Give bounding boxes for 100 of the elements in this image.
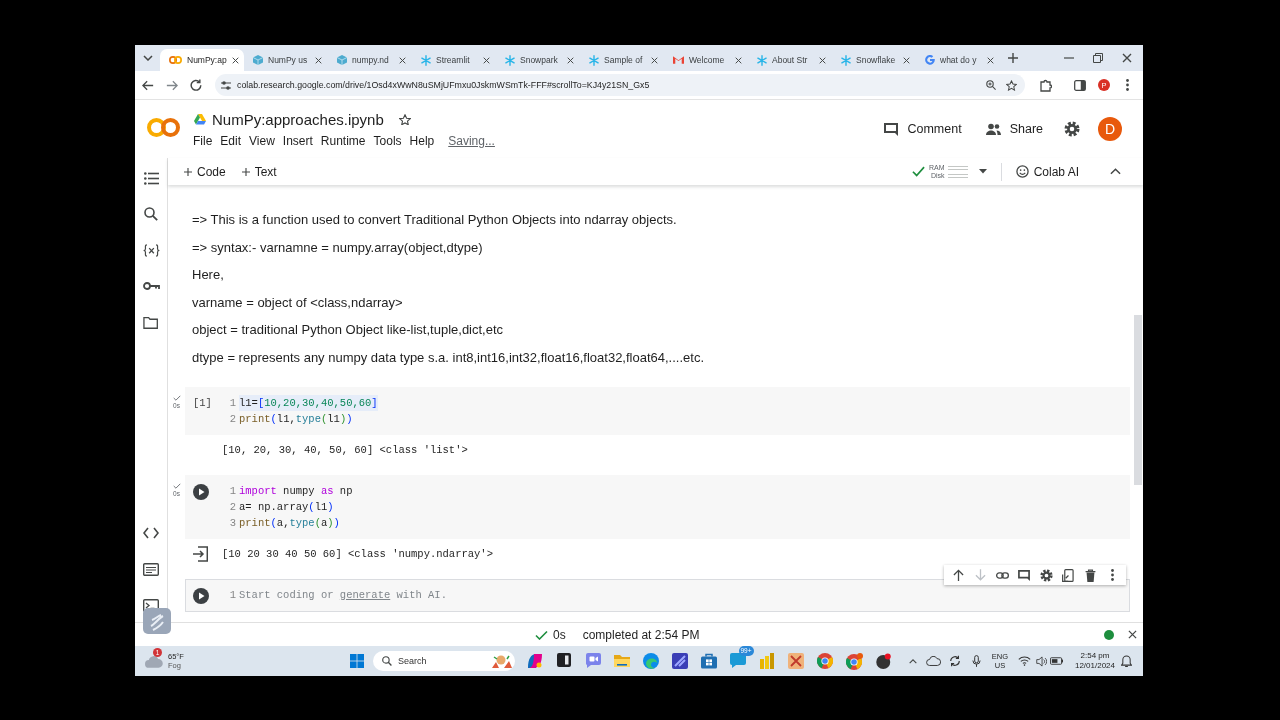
browser-tab[interactable]: NumPy us	[244, 49, 328, 71]
generate-link[interactable]: generate	[339, 589, 391, 601]
more-icon[interactable]	[1126, 79, 1129, 91]
close-icon[interactable]	[735, 56, 742, 64]
wifi-icon[interactable]	[1018, 656, 1031, 666]
round-browser-icon[interactable]	[845, 652, 863, 670]
puzzle-icon[interactable]	[1040, 78, 1052, 92]
comment-button[interactable]: Comment	[877, 118, 969, 140]
chevron-down-icon[interactable]	[143, 55, 153, 61]
reload-icon[interactable]	[190, 79, 202, 91]
zoom-icon[interactable]	[986, 80, 996, 90]
cloud-icon[interactable]	[145, 654, 163, 668]
shopping-bag-icon[interactable]	[701, 652, 717, 669]
menu-item[interactable]: File	[189, 133, 217, 149]
clock-date[interactable]: 12/01/2024	[1074, 661, 1115, 671]
search-field[interactable]: Search	[373, 651, 515, 671]
scrollbar-thumb[interactable]	[1134, 315, 1142, 485]
notebook-title[interactable]: NumPy:approaches.ipynb	[212, 111, 384, 128]
close-icon[interactable]	[483, 56, 490, 64]
trash-icon[interactable]	[1084, 568, 1096, 582]
account-avatar[interactable]: D	[1098, 117, 1122, 141]
browser-tab[interactable]: numpy.nd	[328, 49, 412, 71]
add-cell-button[interactable]: Text	[237, 161, 281, 182]
arrow-up-icon[interactable]	[952, 569, 964, 581]
ribbon-app-icon[interactable]	[527, 652, 543, 669]
save-status-link[interactable]: Saving...	[444, 133, 499, 149]
ai-assistant-button[interactable]: Colab AI	[1011, 161, 1083, 182]
menu-item[interactable]: Edit	[216, 133, 246, 149]
collapse-icon[interactable]	[1110, 168, 1121, 175]
plus-icon[interactable]	[1008, 53, 1018, 63]
back-icon[interactable]	[142, 79, 154, 91]
star-icon[interactable]	[398, 113, 411, 126]
browser-tab[interactable]: Snowflake	[832, 49, 916, 71]
bell-icon[interactable]	[1120, 655, 1132, 667]
dark-circle-app-icon[interactable]	[875, 652, 891, 669]
browser-tab[interactable]: Sample of	[580, 49, 664, 71]
browser-tab[interactable]: NumPy:ap	[160, 49, 244, 71]
stripes-app-icon[interactable]	[672, 652, 688, 669]
round-browser-icon[interactable]	[817, 652, 833, 669]
forward-icon[interactable]	[166, 79, 178, 91]
browser-tab[interactable]: Streamlit	[412, 49, 496, 71]
settings-icon[interactable]	[1064, 121, 1080, 137]
close-icon[interactable]	[903, 56, 910, 64]
crossed-tools-icon[interactable]	[788, 652, 804, 669]
task-view-icon[interactable]	[557, 652, 571, 667]
microphone-icon[interactable]	[971, 655, 981, 667]
folder-icon[interactable]	[614, 652, 630, 667]
code-line[interactable]: a= np.array(l1)	[239, 499, 334, 515]
variables-icon[interactable]	[142, 243, 160, 257]
code-cell[interactable]: 1 import numpy as np 2 a= np.array(l1) 3 print(a,type(a))	[185, 475, 1130, 539]
close-icon[interactable]	[1122, 53, 1132, 63]
browser-tab[interactable]: About Str	[748, 49, 832, 71]
code-icon[interactable]	[143, 527, 159, 539]
search-icon[interactable]	[144, 207, 158, 221]
add-cell-button[interactable]: Code	[180, 161, 230, 182]
list-icon[interactable]	[143, 171, 159, 185]
address-field[interactable]: colab.research.google.com/drive/1Osd4xWwN8uSMjUFmxu0JskmWSmTk-FFF#scrollTo=KJ4y21SN_Gx5	[215, 74, 1025, 96]
folder-icon[interactable]	[143, 315, 159, 329]
close-icon[interactable]	[567, 56, 574, 64]
close-icon[interactable]	[819, 56, 826, 64]
chevron-up-icon[interactable]	[909, 658, 917, 664]
volume-icon[interactable]	[1035, 655, 1047, 667]
close-icon[interactable]	[987, 56, 994, 64]
code-line[interactable]: print(l1,type(l1))	[239, 411, 353, 427]
sync-icon[interactable]	[949, 655, 961, 667]
close-icon[interactable]	[399, 56, 406, 64]
restore-icon[interactable]	[1093, 53, 1103, 63]
close-icon[interactable]	[231, 56, 239, 64]
code-cell[interactable]: 1 Start coding or generate with AI.	[185, 579, 1130, 612]
share-button[interactable]: Share	[978, 118, 1050, 140]
browser-tab[interactable]: Snowpark	[496, 49, 580, 71]
close-icon[interactable]	[1128, 630, 1137, 639]
cloud-outline-icon[interactable]	[925, 656, 941, 666]
battery-icon[interactable]	[1049, 657, 1063, 665]
text-panel-icon[interactable]	[143, 562, 159, 576]
code-cell[interactable]: [1] 1 l1=[10,20,30,40,50,60] 2 print(l1,type(l1))	[185, 387, 1130, 435]
tune-icon[interactable]	[221, 80, 231, 90]
menu-item[interactable]: Insert	[278, 133, 317, 149]
chat-bubble-icon[interactable]	[730, 652, 746, 668]
comment-icon[interactable]	[1018, 569, 1030, 581]
browser-tab[interactable]: what do y	[916, 49, 1000, 71]
run-icon[interactable]	[193, 484, 209, 500]
dropdown-icon[interactable]	[978, 169, 987, 174]
key-icon[interactable]	[142, 282, 160, 290]
close-icon[interactable]	[651, 56, 658, 64]
star-icon[interactable]	[1006, 79, 1017, 91]
start-icon[interactable]	[350, 654, 364, 668]
browser-tab[interactable]: Welcome	[664, 49, 748, 71]
close-icon[interactable]	[315, 56, 322, 64]
code-line[interactable]: print(a,type(a))	[239, 515, 340, 531]
menu-item[interactable]: View	[245, 133, 279, 149]
video-chat-icon[interactable]	[585, 652, 601, 668]
rings-logo-icon[interactable]	[147, 118, 180, 137]
swirl-browser-icon[interactable]	[643, 652, 659, 669]
menu-item[interactable]: Runtime	[316, 133, 370, 149]
code-line[interactable]: import numpy as np	[239, 483, 353, 499]
settings-icon[interactable]	[1039, 568, 1053, 582]
menu-item[interactable]: Help	[405, 133, 439, 149]
more-icon[interactable]	[1110, 569, 1114, 581]
output-icon[interactable]	[193, 546, 208, 562]
